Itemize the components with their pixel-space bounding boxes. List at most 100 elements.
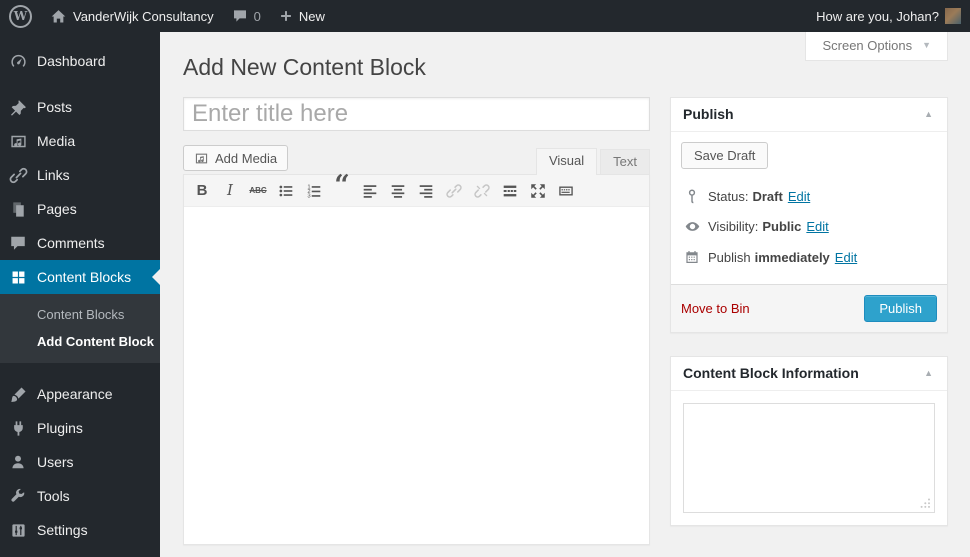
more-tag-button[interactable] (497, 179, 523, 203)
blockquote-button[interactable]: “ (329, 179, 355, 203)
sidebar-item-links[interactable]: Links (0, 158, 160, 192)
fullscreen-icon (529, 182, 547, 200)
insert-link-icon (445, 182, 463, 200)
pages-icon (8, 199, 28, 219)
comments-count: 0 (254, 9, 261, 24)
admin-bar-right: How are you, Johan? (807, 0, 970, 32)
publish-box-title: Publish (683, 106, 734, 123)
user-icon (8, 452, 28, 472)
sidebar-item-label: Media (37, 133, 75, 149)
svg-text:3: 3 (307, 193, 310, 199)
align-center-icon (389, 182, 407, 200)
numbered-list-icon: 123 (305, 182, 323, 200)
fullscreen-button[interactable] (525, 179, 551, 203)
screen-options-tab[interactable]: Screen Options ▼ (805, 32, 948, 61)
bulleted-list-button[interactable] (273, 179, 299, 203)
new-label: New (299, 9, 325, 24)
info-box-body (671, 391, 947, 525)
title-input[interactable] (183, 97, 650, 131)
page-title: Add New Content Block (183, 53, 426, 82)
strikethrough-button[interactable]: ABC (245, 179, 271, 203)
sidebar-item-tools[interactable]: Tools (0, 479, 160, 513)
schedule-row: Publish immediately Edit (671, 242, 947, 272)
editor-canvas[interactable] (184, 207, 649, 544)
sidebar-item-label: Appearance (37, 386, 113, 402)
sidebar-item-label: Tools (37, 488, 70, 504)
menu-separator (0, 78, 160, 90)
media-icon (194, 151, 209, 166)
editor-tabs: Visual Text (533, 148, 650, 174)
sliders-icon (8, 520, 28, 540)
post-status-pin-icon (683, 188, 701, 204)
tab-visual[interactable]: Visual (536, 148, 597, 175)
sidebar-item-users[interactable]: Users (0, 445, 160, 479)
sidebar-item-dashboard[interactable]: Dashboard (0, 44, 160, 78)
align-left-icon (361, 182, 379, 200)
publish-actions: Move to Bin Publish (671, 284, 947, 332)
new-menu[interactable]: New (270, 0, 334, 32)
save-draft-row: Save Draft (671, 132, 947, 179)
align-right-button[interactable] (413, 179, 439, 203)
comment-bubble-icon (232, 8, 248, 24)
greeting-label: How are you, Johan? (816, 9, 939, 24)
sidebar-item-content-blocks[interactable]: Content Blocks (0, 260, 160, 294)
admin-bar-left: W VanderWijk Consultancy 0 New (0, 0, 334, 32)
edit-status-link[interactable]: Edit (788, 189, 810, 204)
calendar-icon (683, 249, 701, 265)
sidebar-item-label: Content Blocks (37, 269, 131, 285)
menu-separator (0, 363, 160, 377)
collapse-toggle-icon[interactable]: ▲ (922, 367, 935, 380)
publish-box: Publish ▲ Save Draft Status: Draft Edit (670, 97, 948, 333)
sidebar-item-pages[interactable]: Pages (0, 192, 160, 226)
publish-settings: Status: Draft Edit Visibility: Public Ed… (671, 179, 947, 284)
tab-text[interactable]: Text (600, 149, 650, 174)
sidebar-item-appearance[interactable]: Appearance (0, 377, 160, 411)
publish-button[interactable]: Publish (864, 295, 937, 322)
site-menu[interactable]: VanderWijk Consultancy (41, 0, 223, 32)
edit-visibility-link[interactable]: Edit (806, 219, 828, 234)
bold-icon: B (197, 183, 208, 198)
comments-menu[interactable]: 0 (223, 0, 270, 32)
sidebar-item-label: Users (37, 454, 74, 470)
info-box-header: Content Block Information ▲ (671, 357, 947, 391)
status-label: Status: (708, 189, 748, 204)
edit-schedule-link[interactable]: Edit (835, 250, 857, 265)
sidebar: Dashboard Posts Media Links Pages Commen… (0, 32, 160, 557)
submenu-item-add-content-block[interactable]: Add Content Block (0, 328, 160, 355)
italic-button[interactable]: I (217, 179, 243, 203)
sidebar-item-media[interactable]: Media (0, 124, 160, 158)
submenu-item-content-blocks[interactable]: Content Blocks (0, 301, 160, 328)
toolbar-toggle-button[interactable] (553, 179, 579, 203)
sidebar-item-label: Plugins (37, 420, 83, 436)
bold-button[interactable]: B (189, 179, 215, 203)
collapse-toggle-icon[interactable]: ▲ (922, 108, 935, 121)
dashboard-icon (8, 51, 28, 71)
sidebar-item-comments[interactable]: Comments (0, 226, 160, 260)
sidebar-item-posts[interactable]: Posts (0, 90, 160, 124)
keyboard-icon (557, 182, 575, 200)
numbered-list-button[interactable]: 123 (301, 179, 327, 203)
align-center-button[interactable] (385, 179, 411, 203)
sidebar-item-settings[interactable]: Settings (0, 513, 160, 547)
sidebar-item-label: Links (37, 167, 70, 183)
add-media-button[interactable]: Add Media (183, 145, 288, 171)
move-to-bin-link[interactable]: Move to Bin (681, 301, 750, 316)
link-chain-icon (8, 165, 28, 185)
my-account-menu[interactable]: How are you, Johan? (807, 0, 970, 32)
plus-icon (279, 9, 293, 23)
sidebar-item-label: Posts (37, 99, 72, 115)
align-left-button[interactable] (357, 179, 383, 203)
content-block-information-textarea[interactable] (683, 403, 935, 513)
remove-link-button[interactable] (469, 179, 495, 203)
bulleted-list-icon (277, 182, 295, 200)
insert-link-button[interactable] (441, 179, 467, 203)
editor-container: B I ABC 123 “ (183, 174, 650, 545)
side-column: Publish ▲ Save Draft Status: Draft Edit (670, 97, 948, 526)
save-draft-button[interactable]: Save Draft (681, 142, 768, 169)
wordpress-logo-menu[interactable]: W (0, 0, 41, 32)
italic-icon: I (227, 183, 233, 198)
home-icon (50, 8, 67, 25)
visibility-value: Public (762, 219, 801, 234)
wrench-icon (8, 486, 28, 506)
sidebar-item-plugins[interactable]: Plugins (0, 411, 160, 445)
